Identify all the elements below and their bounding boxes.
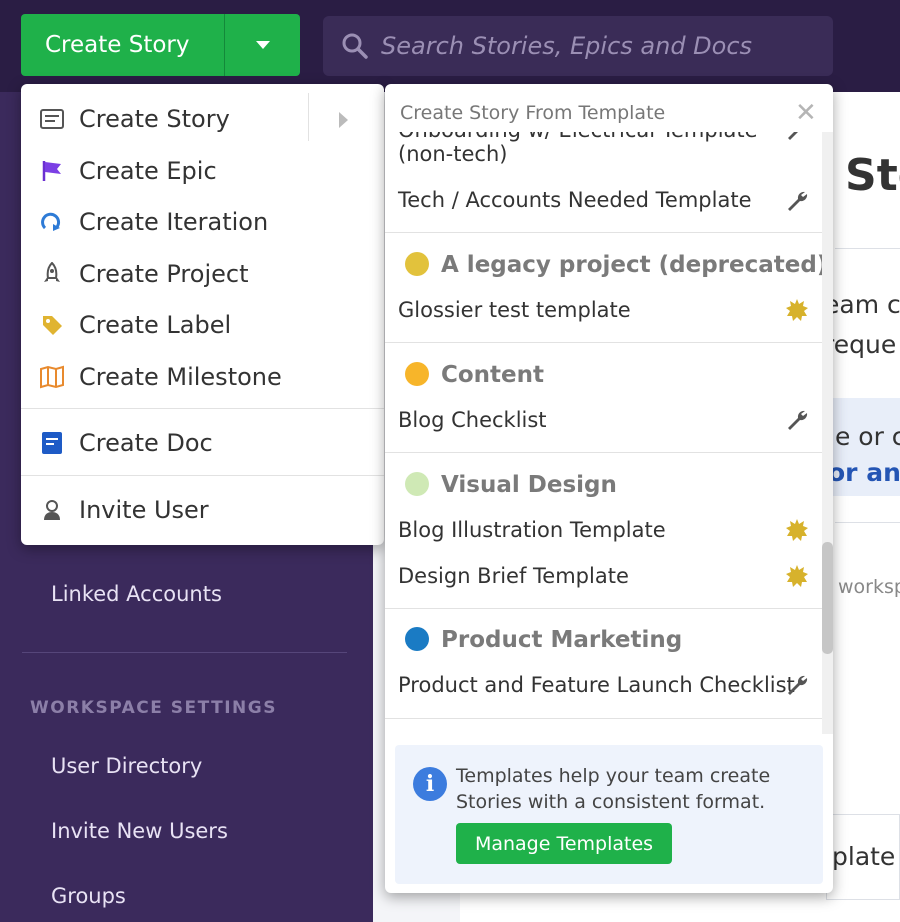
group-divider [385,718,822,719]
search-icon [342,33,368,59]
template-info-text: Templates help your team create Stories … [456,765,771,813]
create-menu: Create Story Create Epic Create Iteratio… [21,84,384,545]
template-item-line2: (non-tech) [398,142,508,166]
close-icon[interactable]: ✕ [795,98,817,128]
user-icon [39,497,65,523]
menu-item-create-iteration[interactable]: Create Iteration [21,197,384,247]
template-item[interactable]: Blog Illustration Template [398,518,666,542]
callout-link[interactable]: or an [828,458,900,487]
menu-item-label: Create Doc [79,429,213,457]
template-item[interactable]: Product and Feature Launch Checklist [398,673,795,697]
menu-item-label: Create Iteration [79,208,269,236]
divider [835,522,900,523]
sidebar-section-heading: WORKSPACE SETTINGS [30,698,277,718]
callout-text: le or c [828,422,900,451]
group-divider [385,232,822,233]
page-title: Sto [845,150,900,201]
sidebar-item-user-directory[interactable]: User Directory [51,754,202,778]
template-panel-title: Create Story From Template [400,102,666,124]
story-icon [39,106,65,132]
menu-item-create-milestone[interactable]: Create Milestone [21,352,384,402]
project-color-dot [405,362,429,386]
template-group-name: Content [441,362,545,388]
helper-text: worksp [838,576,900,598]
template-group-name: A legacy project (deprecated) [441,252,822,278]
menu-item-label: Create Epic [79,157,217,185]
template-item[interactable]: Design Brief Template [398,564,629,588]
menu-item-label: Create Label [79,311,232,339]
search-placeholder: Search Stories, Epics and Docs [381,32,753,60]
top-bar: Create Story Search Stories, Epics and D… [0,0,900,92]
wrench-icon [788,132,798,140]
project-color-dot [405,472,429,496]
info-icon: i [413,767,447,801]
menu-item-create-doc[interactable]: Create Doc [21,418,384,468]
template-card-text: plate [832,842,896,871]
create-story-button[interactable]: Create Story [21,14,224,76]
body-text: eam c [824,290,900,319]
menu-item-create-project[interactable]: Create Project [21,249,384,299]
template-list[interactable]: Onboarding w/ Electrical Template (non-t… [385,132,822,734]
sidebar-item-groups[interactable]: Groups [51,884,126,908]
template-group-name: Visual Design [441,472,617,498]
menu-divider [21,475,384,476]
scrollbar-thumb[interactable] [822,542,833,654]
menu-separator [308,93,309,141]
feature-star-icon [786,565,808,587]
menu-item-create-epic[interactable]: Create Epic [21,146,384,196]
rocket-icon [39,261,65,287]
feature-star-icon [786,519,808,541]
feature-star-icon [786,299,808,321]
menu-item-label: Create Milestone [79,363,282,391]
create-menu-toggle[interactable] [224,14,300,76]
wrench-icon [788,191,808,211]
menu-item-label: Invite User [79,496,209,524]
template-group-name: Product Marketing [441,627,683,653]
menu-divider [21,408,384,409]
manage-templates-button[interactable]: Manage Templates [456,823,672,864]
group-divider [385,342,822,343]
chevron-right-icon[interactable] [339,112,348,128]
wrench-icon [788,410,808,430]
epic-flag-icon [39,158,65,184]
map-icon [39,364,65,390]
template-panel: Create Story From Template ✕ Onboarding … [385,84,833,893]
group-divider [385,452,822,453]
create-story-split-button: Create Story [21,14,300,76]
iteration-icon [39,209,65,235]
tag-icon [39,312,65,338]
doc-icon [39,430,65,456]
menu-item-create-label[interactable]: Create Label [21,300,384,350]
body-text: reque [824,330,897,359]
chevron-down-icon [255,41,270,49]
sidebar-item-linked-accounts[interactable]: Linked Accounts [51,582,222,606]
template-item[interactable]: Blog Checklist [398,408,547,432]
template-item[interactable]: Tech / Accounts Needed Template [398,188,752,212]
project-color-dot [405,252,429,276]
menu-item-label: Create Project [79,260,249,288]
template-info-footer: i Templates help your team create Storie… [395,745,823,884]
search-input[interactable]: Search Stories, Epics and Docs [323,16,833,76]
divider [835,248,900,249]
template-item[interactable]: Onboarding w/ Electrical Template [398,132,758,142]
wrench-icon [788,675,808,695]
group-divider [385,608,822,609]
project-color-dot [405,627,429,651]
menu-item-create-story[interactable]: Create Story [21,94,384,144]
menu-item-label: Create Story [79,105,230,133]
sidebar-divider [22,652,347,653]
sidebar-item-invite-new-users[interactable]: Invite New Users [51,819,228,843]
template-item[interactable]: Glossier test template [398,298,631,322]
menu-item-invite-user[interactable]: Invite User [21,485,384,535]
